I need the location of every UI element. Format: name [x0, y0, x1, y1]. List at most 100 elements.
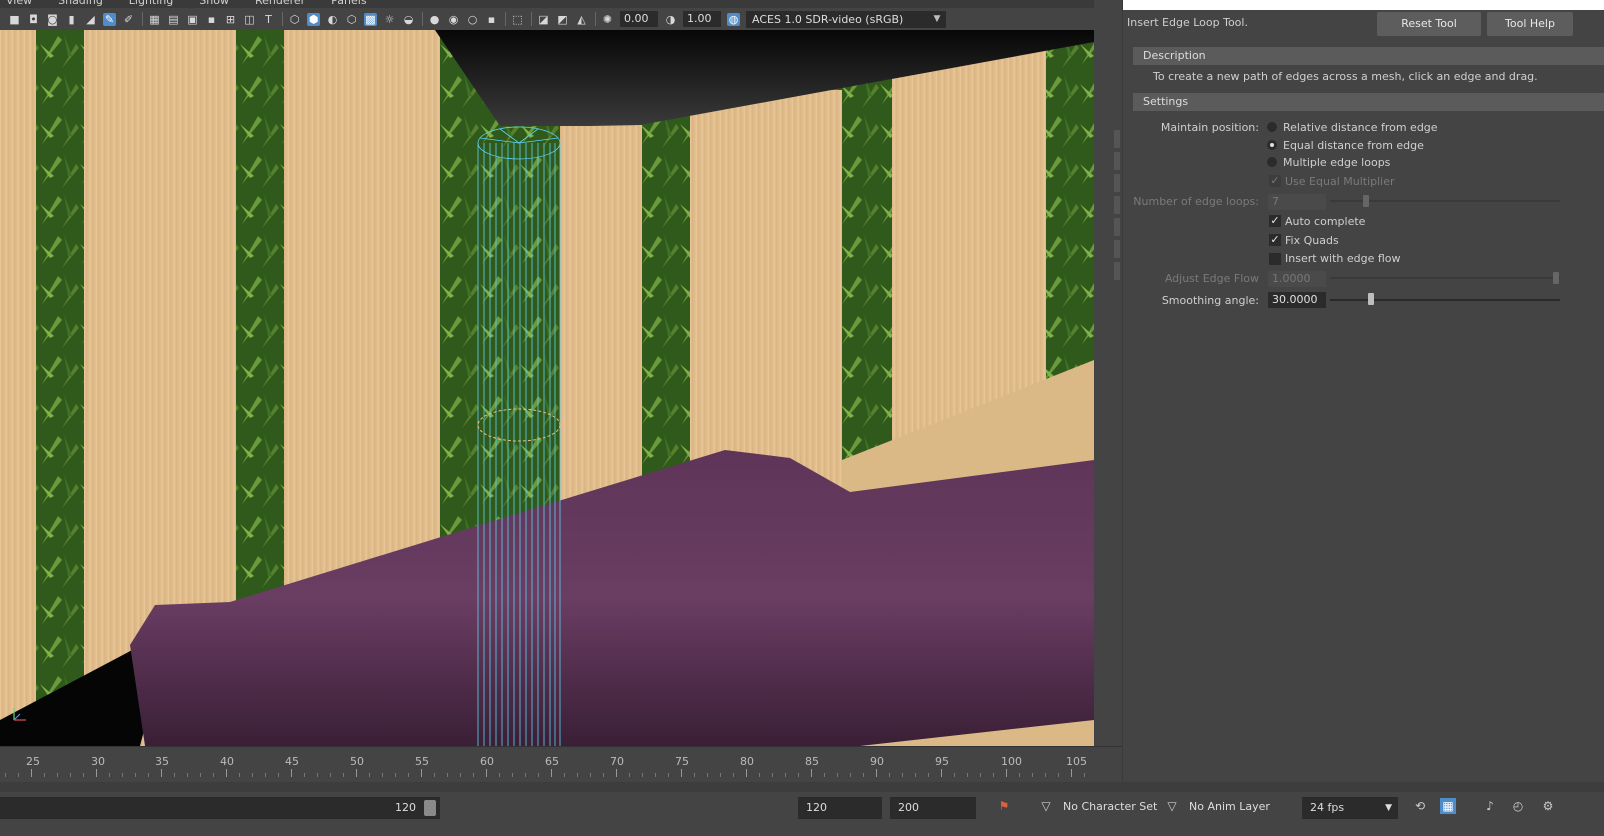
grease-pencil-icon[interactable]: ✎	[103, 12, 116, 26]
sound-icon[interactable]: ♪	[1482, 798, 1498, 814]
motion-blur-icon[interactable]: ◉	[447, 13, 460, 26]
camera-lock-icon[interactable]: ◙	[46, 13, 59, 26]
menu-lighting[interactable]: Lighting	[129, 0, 173, 8]
timeline-tick	[681, 769, 682, 777]
color-space-dropdown[interactable]: ACES 1.0 SDR-video (sRGB) ▼	[746, 10, 946, 28]
panel-splitter[interactable]	[1094, 0, 1122, 763]
image-plane-icon[interactable]: ◢	[84, 13, 97, 26]
description-section-header[interactable]: Description	[1133, 47, 1604, 65]
timeline-tick	[226, 769, 227, 777]
exposure-field[interactable]: 0.00	[620, 11, 658, 27]
collapsed-panel-tab[interactable]	[1114, 152, 1120, 170]
safe-action-icon[interactable]: ◫	[243, 13, 256, 26]
loop-icon[interactable]: ⟲	[1412, 798, 1428, 814]
film-gate-icon[interactable]: ▤	[167, 13, 180, 26]
camera-icon[interactable]: ■	[8, 13, 21, 26]
timeline-tick	[733, 773, 734, 777]
xray-joints-icon[interactable]: ◩	[556, 13, 569, 26]
backface-culling-icon[interactable]: ◭	[575, 13, 588, 26]
axis-gizmo-icon	[13, 708, 26, 721]
menu-shading[interactable]: Shading	[58, 0, 103, 8]
isolate-select-icon[interactable]: ⬚	[511, 13, 524, 26]
frame-label: 95	[935, 755, 949, 768]
range-slider[interactable]: 120	[0, 797, 440, 819]
chevron-down-icon[interactable]: ▽	[1164, 798, 1180, 814]
radio-equal-distance[interactable]	[1267, 140, 1277, 150]
reset-tool-button[interactable]: Reset Tool	[1377, 12, 1481, 36]
gate-mask-icon[interactable]: ▪	[205, 13, 218, 26]
smooth-shade-icon[interactable]: ⬢	[307, 12, 320, 26]
use-equal-multiplier-checkbox[interactable]: ✓	[1269, 175, 1281, 187]
resolution-gate-icon[interactable]: ▣	[186, 13, 199, 26]
smoothing-angle-slider-handle[interactable]	[1368, 293, 1374, 305]
menu-panels[interactable]: Panels	[331, 0, 366, 8]
anim-layer-label[interactable]: No Anim Layer	[1189, 800, 1270, 813]
timeline-tick	[967, 773, 968, 777]
wireframe-on-shaded-icon[interactable]: ⬡	[345, 13, 358, 26]
maintain-position-label: Maintain position:	[1160, 121, 1259, 134]
radio-multiple-edge-loops[interactable]	[1267, 157, 1277, 167]
settings-section-header[interactable]: Settings	[1133, 93, 1604, 111]
collapsed-panel-tab[interactable]	[1114, 240, 1120, 258]
playback-speed-icon[interactable]: ◴	[1510, 798, 1526, 814]
character-set-label[interactable]: No Character Set	[1063, 800, 1157, 813]
pencil-icon[interactable]: ✐	[122, 13, 135, 26]
auto-complete-checkbox[interactable]: ✓	[1269, 215, 1281, 227]
collapsed-panel-tab[interactable]	[1114, 174, 1120, 192]
fps-dropdown[interactable]: 24 fps ▼	[1302, 797, 1398, 819]
safe-title-icon[interactable]: T	[262, 13, 275, 26]
textured-icon[interactable]: ▩	[364, 12, 377, 26]
bookmark-icon[interactable]: ▮	[65, 13, 78, 26]
smoothing-angle-field[interactable]: 30.0000	[1268, 292, 1326, 308]
use-all-lights-icon[interactable]: ☼	[383, 13, 396, 26]
field-chart-icon[interactable]: ⊞	[224, 13, 237, 26]
menu-renderer[interactable]: Renderer	[255, 0, 305, 8]
number-of-edge-loops-field[interactable]: 7	[1268, 194, 1326, 210]
depth-of-field-icon[interactable]: ▪	[485, 13, 498, 26]
playback-end-field[interactable]: 120	[798, 797, 882, 819]
adjust-edge-flow-slider-track[interactable]	[1330, 277, 1560, 279]
collapsed-panel-tab[interactable]	[1114, 130, 1120, 148]
animation-preferences-icon[interactable]: ⚙	[1540, 798, 1556, 814]
viewport[interactable]: View Shading Lighting Show Renderer Pane…	[0, 0, 1120, 763]
radio-relative-distance[interactable]	[1267, 122, 1277, 132]
frame-label: 100	[1001, 755, 1022, 768]
menu-view[interactable]: View	[6, 0, 32, 8]
adjust-edge-flow-field[interactable]: 1.0000	[1268, 271, 1326, 287]
range-slider-handle[interactable]	[424, 800, 436, 816]
wireframe-icon[interactable]: ⬡	[288, 13, 301, 26]
anti-aliasing-icon[interactable]: ○	[466, 13, 479, 26]
timeline-tick	[265, 773, 266, 777]
camera-attributes-icon[interactable]: ◘	[27, 13, 40, 26]
tool-title: Insert Edge Loop Tool.	[1127, 16, 1248, 29]
gamma-field[interactable]: 1.00	[683, 11, 721, 27]
screen-space-ao-icon[interactable]: ●	[428, 13, 441, 26]
smoothing-angle-slider-track[interactable]	[1330, 299, 1560, 301]
option-relative-distance: Relative distance from edge	[1283, 121, 1438, 134]
chevron-down-icon[interactable]: ▽	[1038, 798, 1054, 814]
frame-label: 50	[350, 755, 364, 768]
time-slider[interactable]: 25 30 35 40 45 50 55 60 65 70 75 80 85 9…	[0, 746, 1122, 782]
collapsed-panel-tab[interactable]	[1114, 196, 1120, 214]
collapsed-panel-tab[interactable]	[1114, 218, 1120, 236]
auto-key-icon[interactable]: ⚑	[996, 798, 1012, 814]
fix-quads-checkbox[interactable]: ✓	[1269, 234, 1281, 246]
exposure-icon[interactable]: ✺	[601, 13, 614, 26]
tool-help-button[interactable]: Tool Help	[1487, 12, 1573, 36]
collapsed-panel-tab[interactable]	[1114, 262, 1120, 280]
shadows-icon[interactable]: ◒	[402, 13, 415, 26]
xray-icon[interactable]: ◪	[537, 13, 550, 26]
insert-with-edge-flow-checkbox[interactable]	[1269, 253, 1281, 265]
gamma-icon[interactable]: ◑	[664, 13, 677, 26]
tool-settings-panel: Insert Edge Loop Tool. Reset Tool Tool H…	[1122, 0, 1604, 836]
grid-toggle-icon[interactable]: ▦	[148, 13, 161, 26]
color-management-icon[interactable]: ◍	[727, 12, 740, 26]
timeline-tick	[850, 773, 851, 777]
edge-loops-slider-handle[interactable]	[1363, 195, 1369, 207]
default-material-icon[interactable]: ◐	[326, 13, 339, 26]
scene-render[interactable]	[0, 30, 1094, 746]
cache-icon[interactable]: ▦	[1440, 798, 1456, 814]
adjust-edge-flow-slider-handle[interactable]	[1553, 272, 1559, 284]
menu-show[interactable]: Show	[199, 0, 229, 8]
animation-end-field[interactable]: 200	[890, 797, 976, 819]
